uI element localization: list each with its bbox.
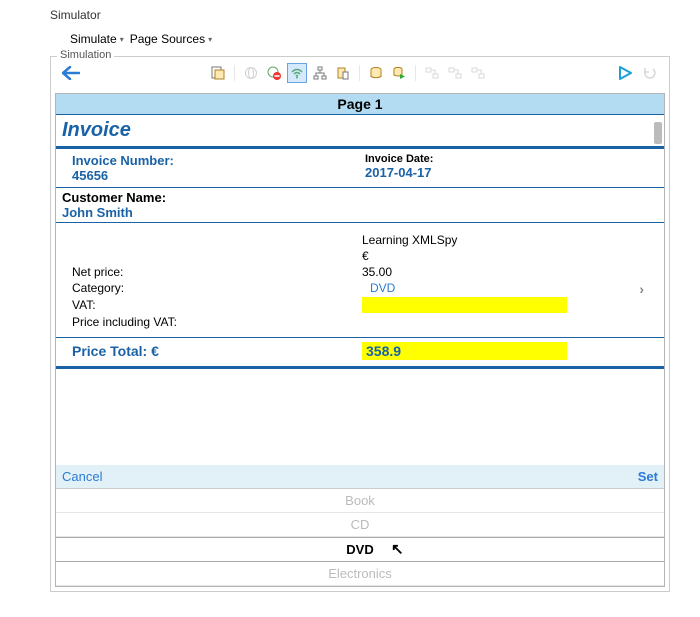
cursor-icon: ↖ <box>391 540 404 558</box>
page-icon <box>211 66 225 80</box>
picker-option-dvd[interactable]: DVD ↖ <box>56 537 664 562</box>
simulation-panel: Simulation <box>50 56 670 592</box>
play-icon <box>617 65 633 81</box>
window-title: Simulator <box>50 8 670 22</box>
picker-option-book[interactable]: Book <box>56 489 664 513</box>
line-items: Learning XMLSpy € Net price: 35.00 Categ… <box>56 223 664 337</box>
group-icon <box>425 66 439 80</box>
toolbar-separator <box>234 65 235 81</box>
toolbar-group1-icon[interactable] <box>422 63 442 83</box>
toolbar-separator <box>415 65 416 81</box>
category-value[interactable]: DVD <box>362 281 395 295</box>
undo-button[interactable] <box>639 63 659 83</box>
price-total-label: Price Total: € <box>72 343 362 359</box>
menubar: Simulate ▾ Page Sources ▾ <box>70 32 670 46</box>
lan-icon <box>313 66 327 80</box>
chevron-right-icon[interactable]: › <box>639 281 644 297</box>
toolbar-group3-icon[interactable] <box>468 63 488 83</box>
toolbar-wifi-icon[interactable] <box>287 63 307 83</box>
price-total-value[interactable]: 358.9 <box>362 342 567 360</box>
price-incl-vat-label: Price including VAT: <box>72 315 362 329</box>
chevron-down-icon: ▾ <box>208 35 212 44</box>
arrow-left-icon <box>62 66 80 80</box>
net-price-label: Net price: <box>72 265 362 279</box>
toolbar-page-icon[interactable] <box>208 63 228 83</box>
picker[interactable]: Book CD DVD ↖ Electronics <box>56 488 664 586</box>
picker-action-bar: Cancel Set <box>56 465 664 488</box>
device-icon <box>336 66 350 80</box>
picker-option-cd[interactable]: CD <box>56 513 664 537</box>
simulate-menu-label: Simulate <box>70 32 117 46</box>
invoice-date-value[interactable]: 2017-04-17 <box>365 165 658 180</box>
vat-value-field[interactable] <box>362 297 567 313</box>
invoice-date-label: Invoice Date: <box>365 153 658 165</box>
toolbar-db-run-icon[interactable] <box>389 63 409 83</box>
invoice-number-value[interactable]: 45656 <box>72 168 365 183</box>
toolbar-db-icon[interactable] <box>366 63 386 83</box>
page-area: Page 1 Invoice Invoice Number: 45656 Inv… <box>55 93 665 587</box>
toolbar-group2-icon[interactable] <box>445 63 465 83</box>
item-name-value: Learning XMLSpy <box>362 233 654 247</box>
toolbar-lan-icon[interactable] <box>310 63 330 83</box>
picker-option-electronics[interactable]: Electronics <box>56 562 664 586</box>
database-icon <box>369 66 383 80</box>
category-label: Category: <box>72 281 362 295</box>
item-currency: € <box>362 249 654 263</box>
chevron-down-icon: ▾ <box>120 35 124 44</box>
invoice-number-label: Invoice Number: <box>72 153 365 168</box>
empty-space <box>56 369 664 465</box>
undo-icon <box>642 66 656 80</box>
customer-block: Customer Name: John Smith <box>56 188 664 223</box>
toolbar-globe-block-icon[interactable] <box>264 63 284 83</box>
toolbar-separator <box>359 65 360 81</box>
picker-option-label: DVD <box>346 542 373 557</box>
customer-name-label: Customer Name: <box>62 190 658 205</box>
database-run-icon <box>392 66 406 80</box>
vat-label: VAT: <box>72 298 362 312</box>
page-sources-menu[interactable]: Page Sources ▾ <box>130 32 212 46</box>
globe-icon <box>244 66 258 80</box>
customer-name-value[interactable]: John Smith <box>62 205 658 220</box>
toolbar <box>51 57 669 89</box>
simulation-panel-label: Simulation <box>57 49 114 61</box>
scrollbar-thumb[interactable] <box>654 122 662 144</box>
cancel-link[interactable]: Cancel <box>62 469 102 484</box>
wifi-icon <box>290 66 304 80</box>
back-button[interactable] <box>61 63 81 83</box>
toolbar-globe-icon[interactable] <box>241 63 261 83</box>
toolbar-device-icon[interactable] <box>333 63 353 83</box>
group-icon <box>471 66 485 80</box>
invoice-meta-row: Invoice Number: 45656 Invoice Date: 2017… <box>56 149 664 188</box>
globe-blocked-icon <box>267 66 281 80</box>
group-icon <box>448 66 462 80</box>
simulate-menu[interactable]: Simulate ▾ <box>70 32 124 46</box>
run-button[interactable] <box>615 63 635 83</box>
invoice-title: Invoice <box>56 115 664 149</box>
net-price-value: 35.00 <box>362 265 654 279</box>
set-link[interactable]: Set <box>638 469 658 484</box>
page-header: Page 1 <box>56 94 664 115</box>
total-row: Price Total: € 358.9 <box>56 337 664 369</box>
page-sources-menu-label: Page Sources <box>130 32 205 46</box>
